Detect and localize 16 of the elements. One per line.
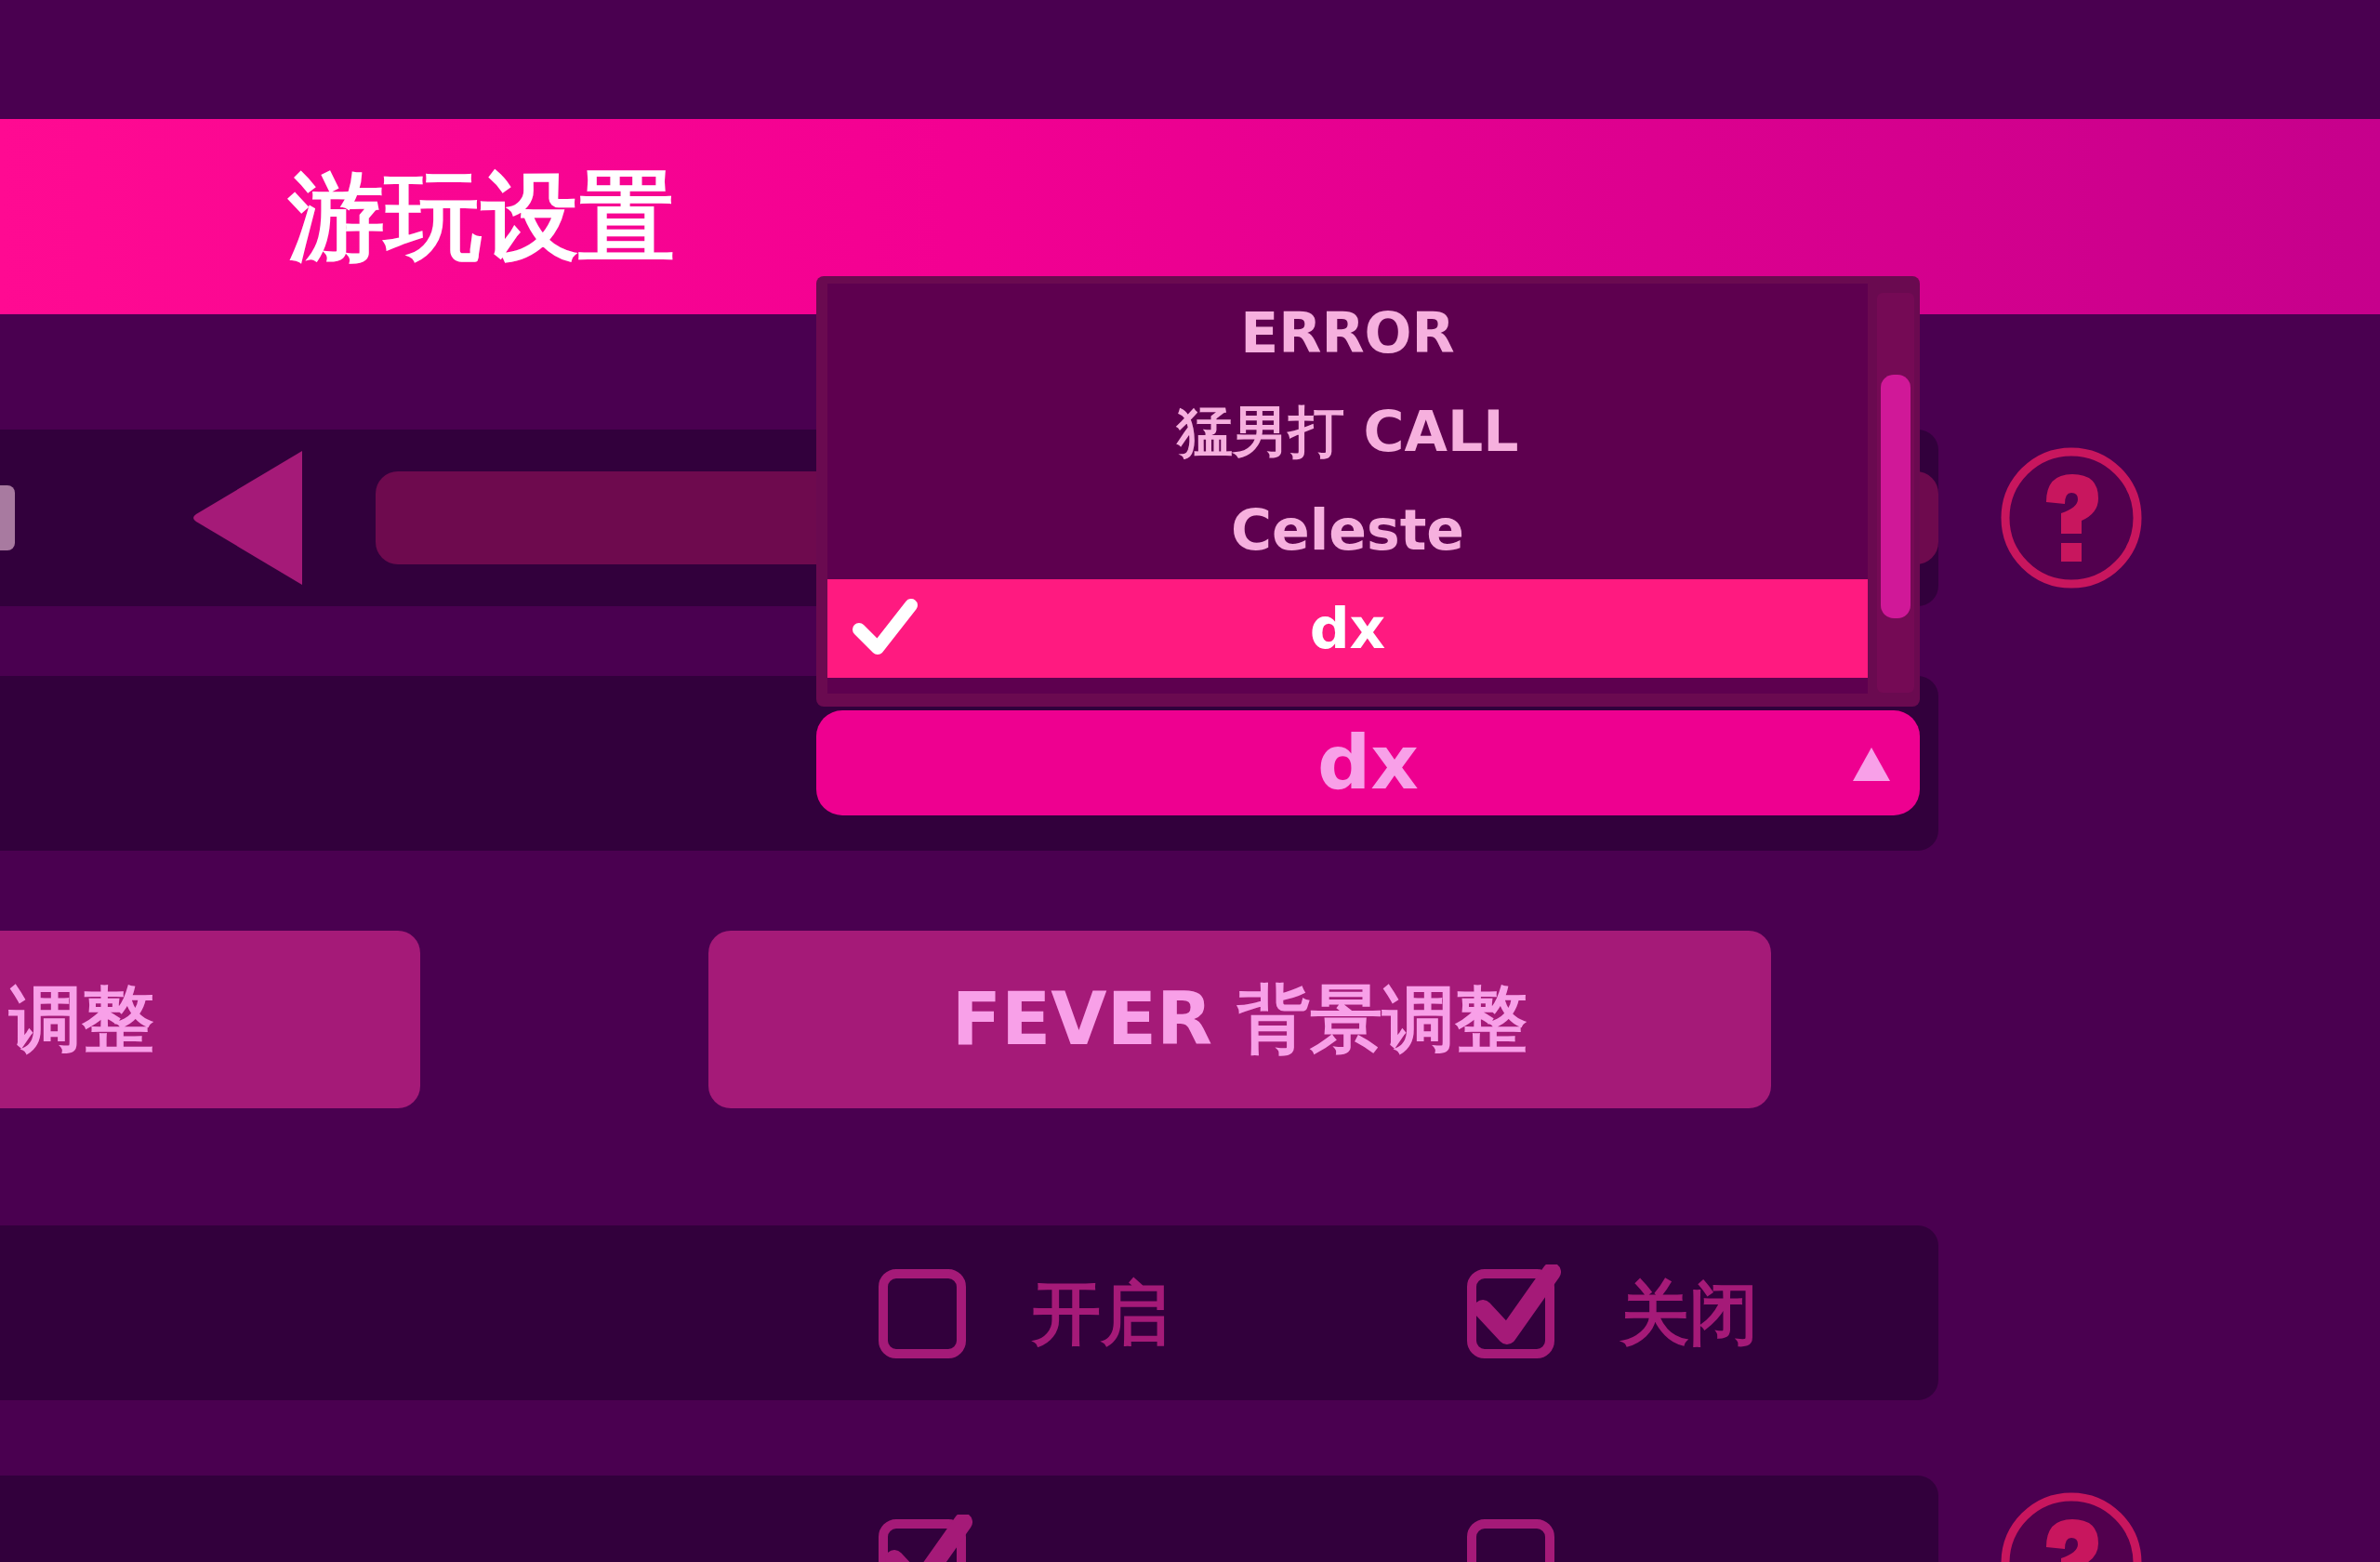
adjust-button[interactable]: 调整 (0, 931, 420, 1108)
help-icon[interactable] (1999, 446, 2143, 589)
indicator-mark (0, 485, 15, 550)
adjust-button[interactable]: FEVER 背景调整 (708, 931, 1771, 1108)
scrollbar-thumb[interactable] (1881, 375, 1911, 618)
dropdown-option[interactable]: 猛男打 CALL (827, 382, 1868, 481)
check-icon (852, 598, 919, 657)
checkbox[interactable] (1464, 1264, 1561, 1361)
dropdown-option[interactable]: dx (827, 579, 1868, 678)
option-label: 关闭 (1620, 1271, 1758, 1355)
dropdown-option[interactable]: ERROR (827, 284, 1868, 382)
option-label: 开启 (1032, 1271, 1170, 1355)
dropdown-select[interactable]: dx (816, 710, 1920, 815)
caret-icon (1851, 746, 1892, 783)
dropdown-option[interactable]: Celeste (827, 481, 1868, 579)
page-title: 游玩设置 (288, 168, 675, 265)
